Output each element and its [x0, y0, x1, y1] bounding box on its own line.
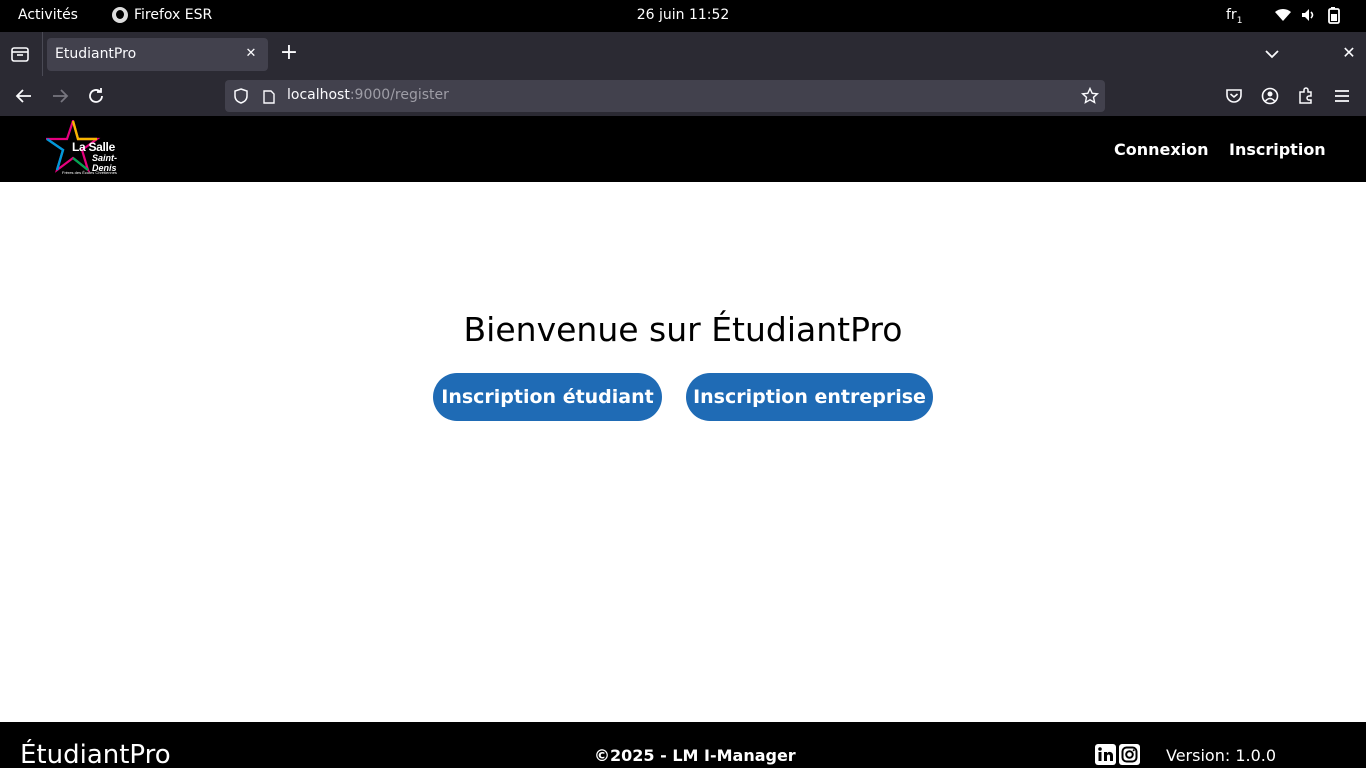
- logo-line-3: Frères des Écoles Chrétiennes: [62, 170, 117, 175]
- tab-strip-divider: [42, 32, 43, 76]
- student-register-button[interactable]: Inscription étudiant: [433, 373, 662, 421]
- linkedin-icon[interactable]: [1095, 744, 1116, 765]
- page-info-icon[interactable]: [262, 89, 276, 104]
- site-footer: ÉtudiantPro ©2025 - LM I-Manager Version…: [0, 722, 1366, 768]
- url-text[interactable]: localhost:9000/register: [287, 87, 449, 103]
- bookmark-star-icon[interactable]: [1080, 86, 1100, 105]
- main-content: Bienvenue sur ÉtudiantPro Inscription ét…: [0, 182, 1366, 722]
- footer-version: Version: 1.0.0: [1166, 746, 1277, 765]
- hamburger-menu-icon[interactable]: [1331, 85, 1353, 107]
- keyboard-layout: fr: [1226, 7, 1237, 23]
- browser-tab-active[interactable]: EtudiantPro ✕: [47, 38, 268, 71]
- keyboard-layout-indicator[interactable]: fr1: [1226, 7, 1242, 26]
- page-title: Bienvenue sur ÉtudiantPro: [463, 310, 903, 349]
- firefox-view-icon[interactable]: [10, 44, 30, 64]
- tab-title: EtudiantPro: [55, 46, 137, 62]
- extensions-puzzle-icon[interactable]: [1295, 85, 1317, 107]
- url-host: localhost: [287, 87, 350, 103]
- battery-icon: [1326, 6, 1342, 24]
- wifi-icon: [1274, 6, 1291, 24]
- tab-close-icon[interactable]: ✕: [242, 45, 260, 63]
- browser-nav-bar: localhost:9000/register: [0, 76, 1366, 116]
- pocket-icon[interactable]: [1223, 85, 1245, 107]
- account-icon[interactable]: [1259, 85, 1281, 107]
- nav-login-link[interactable]: Connexion: [1114, 140, 1209, 159]
- back-arrow-icon[interactable]: [13, 85, 35, 107]
- system-tray[interactable]: [1274, 6, 1342, 24]
- volume-icon: [1300, 6, 1316, 24]
- tracking-protection-shield-icon[interactable]: [233, 88, 249, 104]
- company-register-button[interactable]: Inscription entreprise: [686, 373, 933, 421]
- url-bar[interactable]: localhost:9000/register: [225, 80, 1105, 112]
- new-tab-icon[interactable]: +: [278, 42, 300, 65]
- os-top-bar: Activités Firefox ESR 26 juin 11:52 fr1: [0, 0, 1366, 32]
- la-salle-logo[interactable]: La Salle Saint-Denis Frères des Écoles C…: [46, 120, 138, 178]
- forward-arrow-icon[interactable]: [49, 85, 71, 107]
- footer-brand: ÉtudiantPro: [20, 740, 171, 768]
- reload-icon[interactable]: [85, 85, 107, 107]
- nav-register-link[interactable]: Inscription: [1229, 140, 1326, 159]
- browser-tab-strip: EtudiantPro ✕ + ✕: [0, 32, 1366, 76]
- window-close-icon[interactable]: ✕: [1339, 43, 1359, 63]
- logo-line-1: La Salle: [72, 140, 115, 154]
- clock[interactable]: 26 juin 11:52: [0, 7, 1366, 23]
- list-all-tabs-chevron-icon[interactable]: [1262, 44, 1282, 64]
- url-path: :9000/register: [349, 87, 449, 103]
- site-header: La Salle Saint-Denis Frères des Écoles C…: [0, 116, 1366, 182]
- instagram-icon[interactable]: [1119, 744, 1140, 765]
- keyboard-layout-index: 1: [1236, 15, 1243, 26]
- footer-copyright: ©2025 - LM I-Manager: [594, 746, 796, 765]
